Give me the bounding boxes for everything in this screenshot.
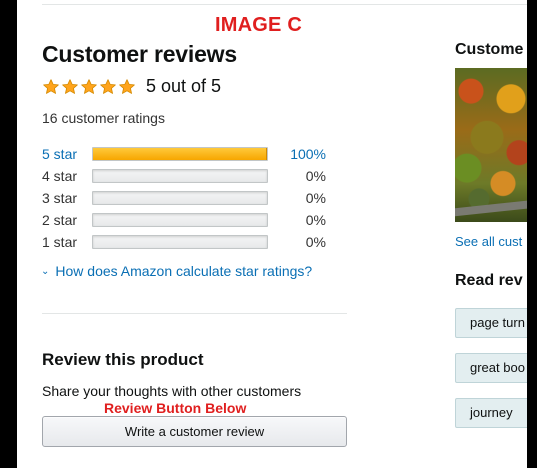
- see-all-customer-images-link[interactable]: See all cust: [455, 234, 522, 249]
- histogram-label[interactable]: 5 star: [42, 146, 92, 162]
- histogram-row-5-star[interactable]: 5 star 100%: [42, 145, 326, 163]
- star-icon: [42, 78, 60, 96]
- histogram-bar: [92, 235, 268, 249]
- customer-reviews-heading: Customer reviews: [42, 41, 237, 67]
- page: IMAGE C Customer reviews 5 out of 5 16 c…: [17, 0, 527, 468]
- section-divider: [42, 313, 347, 314]
- share-thoughts-text: Share your thoughts with other customers: [42, 383, 302, 399]
- histogram-percent: 0%: [305, 234, 326, 250]
- customer-images-heading: Custome: [455, 41, 524, 58]
- histogram-label: 2 star: [42, 212, 78, 228]
- calc-link-text[interactable]: How does Amazon calculate star ratings?: [55, 263, 312, 279]
- rating-text: 5 out of 5: [146, 76, 222, 96]
- histogram-percent: 0%: [305, 190, 326, 206]
- image-label-annotation: IMAGE C: [215, 14, 302, 36]
- histogram-row-3-star: 3 star 0%: [42, 189, 326, 207]
- histogram-bar: [92, 191, 268, 205]
- review-keyword-chip[interactable]: great boo: [455, 353, 527, 383]
- customer-photo[interactable]: [455, 68, 527, 222]
- write-review-button[interactable]: Write a customer review: [42, 416, 347, 447]
- top-divider: [42, 4, 527, 5]
- photo-rail: [455, 199, 527, 217]
- histogram-label: 4 star: [42, 168, 78, 184]
- star-rating: [42, 78, 136, 96]
- histogram-row-2-star: 2 star 0%: [42, 211, 326, 229]
- histogram-label: 1 star: [42, 234, 78, 250]
- star-rating-calculation-link[interactable]: ⌄ How does Amazon calculate star ratings…: [41, 263, 312, 279]
- total-ratings: 16 customer ratings: [42, 110, 165, 126]
- histogram-row-4-star: 4 star 0%: [42, 167, 326, 185]
- histogram-bar: [92, 169, 268, 183]
- star-icon: [61, 78, 79, 96]
- star-icon: [118, 78, 136, 96]
- review-keyword-chip[interactable]: journey: [455, 398, 527, 428]
- star-icon: [99, 78, 117, 96]
- histogram-row-1-star: 1 star 0%: [42, 233, 326, 251]
- histogram-fill: [93, 148, 267, 160]
- histogram-label: 3 star: [42, 190, 78, 206]
- histogram-percent: 0%: [305, 212, 326, 228]
- button-note-annotation: Review Button Below: [104, 400, 247, 416]
- histogram-percent[interactable]: 100%: [268, 146, 326, 162]
- chevron-down-icon: ⌄: [41, 265, 50, 277]
- review-this-product-heading: Review this product: [42, 350, 204, 369]
- review-keyword-chip[interactable]: page turn: [455, 308, 527, 338]
- histogram-percent: 0%: [305, 168, 326, 184]
- histogram-bar: [92, 213, 268, 227]
- read-reviews-heading: Read rev: [455, 272, 523, 289]
- average-rating: 5 out of 5: [42, 76, 221, 97]
- star-icon: [80, 78, 98, 96]
- histogram-bar[interactable]: [92, 147, 268, 161]
